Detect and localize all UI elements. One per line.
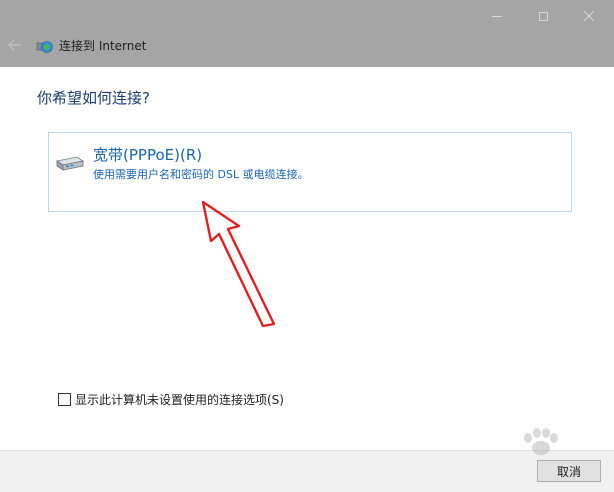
page-question: 你希望如何连接? xyxy=(37,89,150,107)
option-broadband-pppoe[interactable]: 宽带(PPPoE)(R) 使用需要用户名和密码的 DSL 或电缆连接。 xyxy=(48,132,572,212)
close-icon xyxy=(584,11,594,21)
title-bar: 连接到 Internet xyxy=(0,0,614,67)
broadband-modem-icon xyxy=(55,156,85,171)
dialog-footer xyxy=(0,450,614,492)
maximize-icon xyxy=(538,11,548,21)
show-unconfigured-options-checkbox[interactable] xyxy=(58,392,71,406)
close-button[interactable] xyxy=(566,0,612,32)
connect-to-internet-window: 连接到 Internet 你希望如何连接? 宽带(PPPoE)(R) 使用需要用… xyxy=(0,0,614,492)
back-button[interactable] xyxy=(4,34,26,56)
network-globe-icon xyxy=(36,41,53,53)
red-annotation-arrow xyxy=(201,200,276,328)
cancel-button[interactable]: 取消 xyxy=(537,460,601,482)
window-title: 连接到 Internet xyxy=(59,39,147,53)
minimize-icon xyxy=(492,15,502,17)
show-unconfigured-options-row[interactable]: 显示此计算机未设置使用的连接选项(S) xyxy=(58,391,284,407)
minimize-button[interactable] xyxy=(474,0,520,32)
checkbox-label: 显示此计算机未设置使用的连接选项(S) xyxy=(75,392,284,407)
maximize-button[interactable] xyxy=(520,0,566,32)
option-title: 宽带(PPPoE)(R) xyxy=(93,146,203,164)
back-arrow-icon xyxy=(8,39,21,51)
option-description: 使用需要用户名和密码的 DSL 或电缆连接。 xyxy=(93,168,309,181)
